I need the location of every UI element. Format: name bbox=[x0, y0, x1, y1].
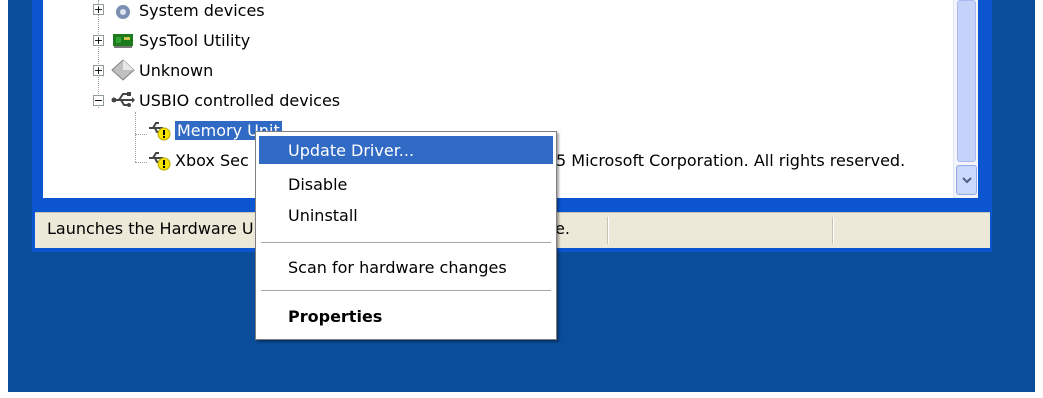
chevron-down-icon bbox=[961, 177, 972, 184]
system-devices-icon bbox=[111, 0, 135, 21]
status-text: Launches the Hardware U bbox=[47, 219, 254, 238]
tree-item-description: 5 Microsoft Corporation. All rights rese… bbox=[556, 146, 905, 174]
context-menu: Update Driver... Disable Uninstall Scan … bbox=[255, 131, 557, 340]
tree-item-label: Unknown bbox=[139, 60, 214, 80]
status-divider bbox=[607, 217, 609, 244]
tree-connector bbox=[135, 134, 147, 135]
menu-item-disable[interactable]: Disable bbox=[259, 170, 553, 198]
collapse-button[interactable]: − bbox=[93, 95, 104, 106]
expand-button[interactable]: + bbox=[93, 4, 104, 15]
scroll-down-button[interactable] bbox=[956, 165, 977, 195]
menu-item-scan-hardware[interactable]: Scan for hardware changes bbox=[259, 253, 553, 281]
status-text-tail: e. bbox=[555, 219, 570, 238]
tree-item-unknown[interactable]: Unknown bbox=[111, 56, 213, 84]
tree-connector bbox=[135, 162, 147, 163]
status-divider bbox=[832, 217, 834, 244]
menu-separator bbox=[261, 290, 551, 291]
usb-warning-icon bbox=[147, 119, 171, 141]
menu-item-properties[interactable]: Properties bbox=[259, 302, 553, 330]
vertical-scrollbar[interactable] bbox=[953, 0, 978, 198]
expand-button[interactable]: + bbox=[93, 35, 104, 46]
menu-item-uninstall[interactable]: Uninstall bbox=[259, 201, 553, 229]
expand-button[interactable]: + bbox=[93, 65, 104, 76]
tree-connector bbox=[98, 0, 99, 108]
tree-connector bbox=[135, 112, 136, 162]
tree-item-system-devices[interactable]: System devices bbox=[111, 0, 265, 24]
usb-warning-icon bbox=[147, 149, 171, 171]
tree-item-label: Xbox Sec bbox=[175, 150, 249, 170]
tree-item-label: System devices bbox=[139, 0, 265, 20]
tree-item-label: SysTool Utility bbox=[139, 30, 251, 50]
tree-item-usbio-controlled-devices[interactable]: USBIO controlled devices bbox=[111, 86, 340, 114]
usb-icon bbox=[111, 89, 135, 111]
scrollbar-thumb[interactable] bbox=[957, 0, 976, 162]
copyright-text: 5 Microsoft Corporation. All rights rese… bbox=[556, 150, 906, 170]
tree-item-label: USBIO controlled devices bbox=[139, 90, 341, 110]
tree-item-xbox-security[interactable]: Xbox Sec bbox=[147, 146, 249, 174]
menu-item-update-driver[interactable]: Update Driver... bbox=[259, 136, 553, 164]
menu-separator bbox=[261, 242, 551, 243]
unknown-device-icon bbox=[111, 59, 135, 81]
circuit-board-icon bbox=[111, 29, 135, 51]
tree-item-systool-utility[interactable]: SysTool Utility bbox=[111, 26, 250, 54]
